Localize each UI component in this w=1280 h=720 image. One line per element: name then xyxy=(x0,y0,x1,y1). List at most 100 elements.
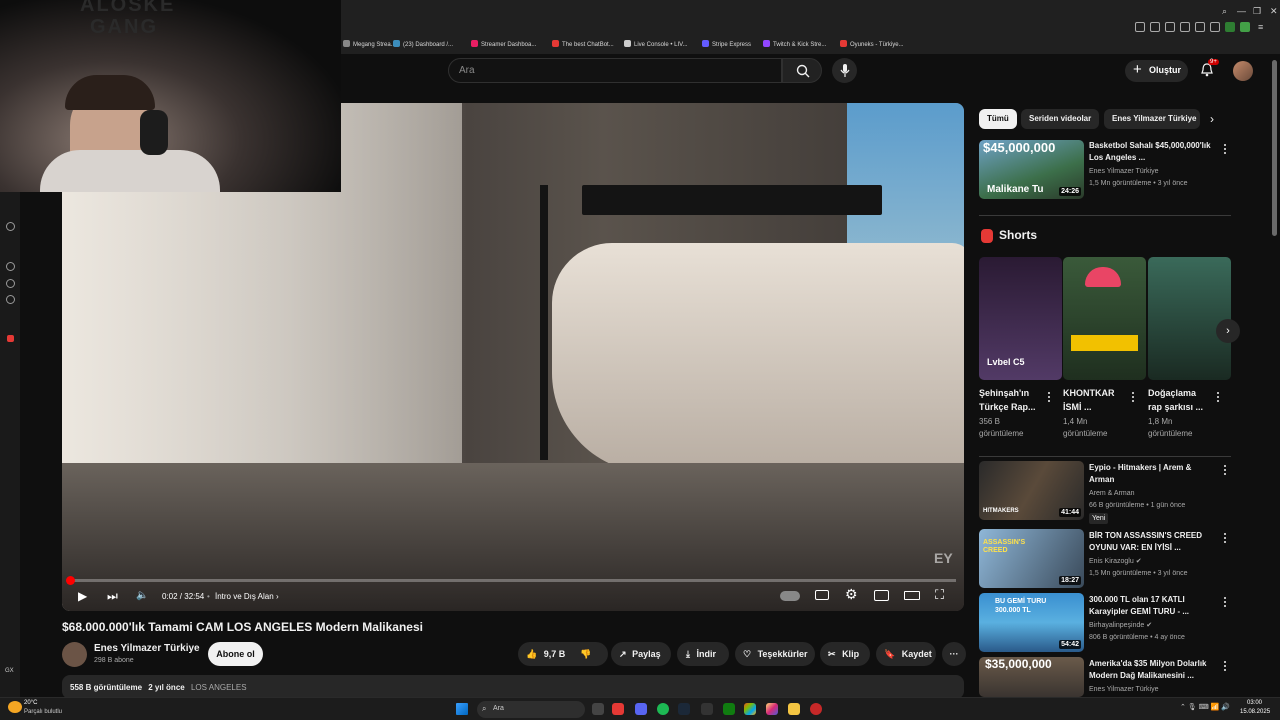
taskbar-search[interactable]: ⌕ Ara xyxy=(477,701,585,718)
play-button[interactable]: ▶ xyxy=(78,589,87,603)
scrollbar[interactable] xyxy=(1272,60,1277,236)
channel-avatar[interactable] xyxy=(62,642,87,667)
more-options-icon[interactable] xyxy=(1224,533,1227,545)
menu-icon[interactable]: ≡ xyxy=(1258,22,1268,32)
avatar[interactable] xyxy=(1233,61,1253,81)
rec-title-1[interactable]: Eypio - Hitmakers | Arem & Arman xyxy=(1089,462,1214,486)
chip-channel[interactable]: Enes Yilmazer Türkiye xyxy=(1104,109,1200,129)
short-thumbnail-2[interactable] xyxy=(1063,257,1146,380)
extension-icon-1[interactable] xyxy=(1150,22,1160,32)
volume-button[interactable]: 🔈 xyxy=(136,590,148,601)
steam-icon[interactable] xyxy=(678,703,690,715)
share-button[interactable]: ↗ Paylaş xyxy=(611,642,671,666)
rec-thumbnail-2[interactable]: ASSASSIN'S CREED 18:27 xyxy=(979,529,1084,588)
notifications-button[interactable]: 9+ xyxy=(1200,59,1219,77)
sidebar-icon-2[interactable] xyxy=(6,262,15,271)
short-title-3[interactable]: Doğaçlama rap şarkısı ... xyxy=(1148,386,1210,414)
instagram-icon[interactable] xyxy=(766,703,778,715)
bookmark-item[interactable]: (23) Dashboard /... xyxy=(393,40,453,48)
record-icon[interactable] xyxy=(7,335,14,342)
minimize-button[interactable]: — xyxy=(1237,6,1246,16)
sidebar-icon-1[interactable] xyxy=(6,222,15,231)
more-options-icon[interactable] xyxy=(1224,465,1227,477)
spotify-icon[interactable] xyxy=(657,703,669,715)
discord-icon[interactable] xyxy=(635,703,647,715)
rec-thumbnail-3[interactable]: BU GEMİ TURU 300.000 TL 54:42 xyxy=(979,593,1084,652)
short-title-1[interactable]: Şehinşah'ın Türkçe Rap... xyxy=(979,386,1041,414)
fullscreen-button[interactable]: ⛶ xyxy=(935,587,944,603)
clip-button[interactable]: ✂ Klip xyxy=(820,642,870,666)
chapter-button[interactable]: İntro ve Dış Alan › xyxy=(215,592,279,601)
more-actions-button[interactable]: ··· xyxy=(942,642,966,666)
task-view-icon[interactable] xyxy=(592,703,604,715)
bookmark-item[interactable]: Twitch & Kick Stre... xyxy=(763,40,826,48)
rec-top-channel[interactable]: Enes Yilmazer Türkiye xyxy=(1089,166,1159,178)
app-icon-3[interactable] xyxy=(810,703,822,715)
description-box[interactable]: 558 B görüntüleme 2 yıl önce LOS ANGELES xyxy=(62,675,964,699)
chip-all[interactable]: Tümü xyxy=(979,109,1017,129)
play-extension-icon[interactable] xyxy=(1195,22,1205,32)
search-input[interactable]: Ara xyxy=(448,58,782,83)
theater-mode-button[interactable] xyxy=(904,591,920,600)
rec-title-4[interactable]: Amerika'da $35 Milyon Dolarlık Modern Da… xyxy=(1089,658,1214,682)
more-options-icon[interactable] xyxy=(1224,661,1227,673)
bookmark-item[interactable]: Megang Strea... xyxy=(343,40,396,48)
subtitles-button[interactable] xyxy=(815,590,829,600)
next-button[interactable]: ⏭ xyxy=(107,589,118,604)
app-icon-1[interactable] xyxy=(701,703,713,715)
close-window-button[interactable]: ✕ xyxy=(1270,6,1278,17)
extension-icon-3[interactable] xyxy=(1180,22,1190,32)
short-thumbnail-1[interactable]: Lvbel C5 xyxy=(979,257,1062,380)
more-options-icon[interactable] xyxy=(1224,597,1227,609)
autoplay-toggle[interactable] xyxy=(780,591,800,601)
more-options-icon[interactable] xyxy=(1132,392,1135,404)
search-button[interactable] xyxy=(782,58,822,83)
opera-gx-icon[interactable] xyxy=(612,703,624,715)
subscribe-button[interactable]: Abone ol xyxy=(208,642,263,666)
settings-button[interactable]: ⚙ xyxy=(845,586,858,603)
extension-icon-2[interactable] xyxy=(1165,22,1175,32)
short-thumbnail-3[interactable] xyxy=(1148,257,1231,380)
more-options-icon[interactable] xyxy=(1048,392,1051,404)
bookmark-item[interactable]: The best ChatBot... xyxy=(552,40,614,48)
more-options-icon[interactable] xyxy=(1217,392,1220,404)
rec-title-3[interactable]: 300.000 TL olan 17 KATLI Karayipler GEMİ… xyxy=(1089,594,1214,618)
rec-title-2[interactable]: BİR TON ASSASSIN'S CREED OYUNU VAR: EN İ… xyxy=(1089,530,1214,554)
search-tabs-icon[interactable]: ⌕ xyxy=(1222,6,1227,17)
rec-thumbnail-4[interactable]: $35,000,000 xyxy=(979,657,1084,697)
bookmark-item[interactable]: Live Console • LIV... xyxy=(624,40,688,48)
app-icon-2[interactable] xyxy=(744,703,756,715)
chip-series[interactable]: Seriden videolar xyxy=(1021,109,1100,129)
xbox-icon[interactable] xyxy=(723,703,735,715)
rec-top-thumbnail[interactable]: $45,000,000 Malikane Tu 24:26 xyxy=(979,140,1084,199)
sidebar-icon-4[interactable] xyxy=(6,295,15,304)
rec-channel-2[interactable]: Enis Kirazoglu ✔ xyxy=(1089,556,1142,568)
rec-thumbnail-1[interactable]: HITMAKERS 41:44 xyxy=(979,461,1084,520)
rec-channel-1[interactable]: Arem & Arman xyxy=(1089,488,1135,500)
progress-knob[interactable] xyxy=(66,576,75,585)
bookmark-item[interactable]: Streamer Dashboa... xyxy=(471,40,536,48)
thanks-button[interactable]: ♡ Teşekkürler xyxy=(735,642,815,666)
bookmark-item[interactable]: Oyuneks - Türkiye... xyxy=(840,40,904,48)
rec-channel-4[interactable]: Enes Yilmazer Türkiye xyxy=(1089,684,1159,696)
more-options-icon[interactable] xyxy=(1224,144,1227,156)
like-button[interactable]: 👍 9,7 B xyxy=(526,649,565,659)
tray-icons[interactable]: ⌃ 🎙 ⌨ 📶 🔊 xyxy=(1180,703,1230,711)
restore-button[interactable]: ❐ xyxy=(1253,6,1261,17)
progress-bar[interactable] xyxy=(70,579,956,582)
rec-channel-3[interactable]: Birhayalinpeşinde ✔ xyxy=(1089,620,1152,632)
rec-top-title[interactable]: Basketbol Sahalı $45,000,000'lık Los Ang… xyxy=(1089,140,1214,164)
profile-icon[interactable] xyxy=(1240,22,1250,32)
location-tag[interactable]: LOS ANGELES xyxy=(191,683,247,692)
heart-icon[interactable] xyxy=(1210,22,1220,32)
chevron-right-icon[interactable]: › xyxy=(1210,112,1214,126)
shorts-next-button[interactable]: › xyxy=(1216,319,1240,343)
file-explorer-icon[interactable] xyxy=(788,703,800,715)
save-button[interactable]: 🔖 Kaydet xyxy=(876,642,936,666)
download-button[interactable]: ⤓ İndir xyxy=(677,642,729,666)
bookmark-item[interactable]: Stripe Express xyxy=(702,40,751,48)
channel-name[interactable]: Enes Yilmazer Türkiye xyxy=(94,643,200,654)
short-title-2[interactable]: KHONTKAR İSMİ ... xyxy=(1063,386,1125,414)
voice-search-button[interactable] xyxy=(832,58,857,83)
sidebar-icon-3[interactable] xyxy=(6,279,15,288)
